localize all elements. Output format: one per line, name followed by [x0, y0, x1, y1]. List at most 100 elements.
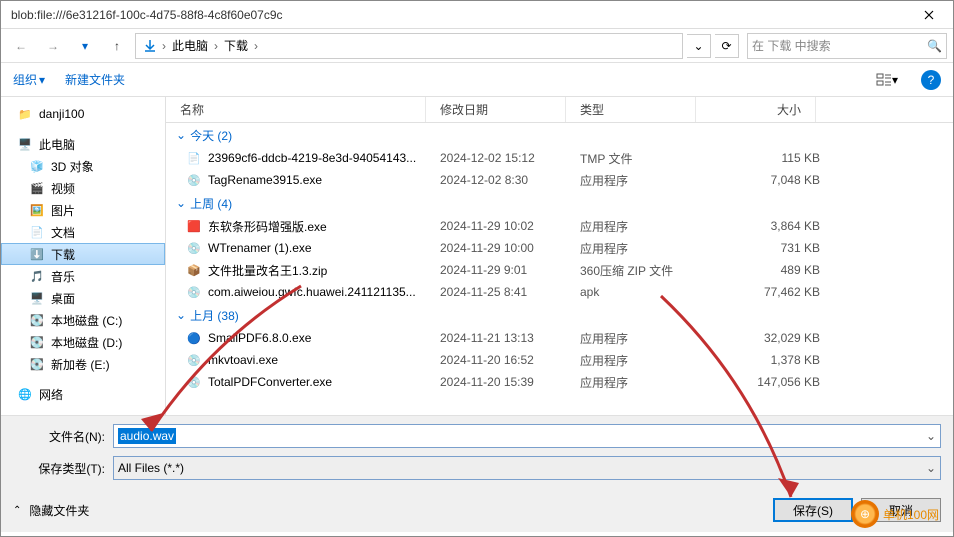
group-header[interactable]: ⌄上周 (4) — [166, 191, 953, 215]
close-button[interactable] — [909, 3, 949, 27]
file-date: 2024-11-21 13:13 — [440, 331, 580, 345]
file-name: TagRename3915.exe — [208, 173, 440, 187]
file-list: ⌄今天 (2)📄23969cf6-ddcb-4219-8e3d-94054143… — [166, 123, 953, 415]
col-name[interactable]: 名称 — [166, 97, 426, 122]
file-type: 应用程序 — [580, 172, 710, 189]
window-title: blob:file:///6e31216f-100c-4d75-88f8-4c8… — [11, 8, 909, 22]
file-type: 360压缩 ZIP 文件 — [580, 262, 710, 279]
file-size: 115 KB — [710, 151, 820, 165]
chevron-down-icon[interactable]: ⌄ — [926, 429, 936, 443]
file-date: 2024-11-20 15:39 — [440, 375, 580, 389]
hide-folders-button[interactable]: 隐藏文件夹 — [29, 502, 89, 519]
tree-item-disk-e[interactable]: 💽新加卷 (E:) — [1, 353, 165, 375]
breadcrumb[interactable]: › 此电脑 › 下载 › — [135, 33, 683, 59]
file-date: 2024-11-25 8:41 — [440, 285, 580, 299]
file-size: 489 KB — [710, 263, 820, 277]
new-folder-button[interactable]: 新建文件夹 — [65, 71, 125, 88]
file-icon: 💿 — [186, 284, 202, 300]
breadcrumb-downloads[interactable]: 下载 — [220, 37, 252, 54]
file-row[interactable]: 📦文件批量改名王1.3.zip2024-11-29 9:01360压缩 ZIP … — [166, 259, 953, 281]
path-dropdown[interactable]: ⌄ — [687, 34, 711, 58]
filetype-value: All Files (*.*) — [118, 461, 184, 475]
desktop-icon: 🖥️ — [29, 290, 45, 306]
up-button[interactable]: ↑ — [103, 34, 131, 58]
tree-item-disk-d[interactable]: 💽本地磁盘 (D:) — [1, 331, 165, 353]
view-button[interactable]: ▾ — [873, 68, 901, 92]
folder-icon: 📁 — [17, 106, 33, 122]
file-date: 2024-12-02 8:30 — [440, 173, 580, 187]
refresh-button[interactable]: ⟳ — [715, 34, 739, 58]
file-size: 32,029 KB — [710, 331, 820, 345]
tree-item-pictures[interactable]: 🖼️图片 — [1, 199, 165, 221]
group-header[interactable]: ⌄今天 (2) — [166, 123, 953, 147]
main: 📁danji100 🖥️此电脑 🧊3D 对象 🎬视频 🖼️图片 📄文档 ⬇️下载… — [1, 97, 953, 415]
file-row[interactable]: 💿 TotalPDFConverter.exe2024-11-20 15:39应用… — [166, 371, 953, 393]
chevron-right-icon: › — [252, 39, 260, 53]
column-headers: 名称 修改日期 类型 大小 — [166, 97, 953, 123]
organize-button[interactable]: 组织 ▾ — [13, 71, 45, 88]
actions: ⌃ 隐藏文件夹 保存(S) 取消 — [1, 492, 953, 532]
tree-item-danji[interactable]: 📁danji100 — [1, 103, 165, 125]
file-name: WTrenamer (1).exe — [208, 241, 440, 255]
forward-button[interactable]: → — [39, 34, 67, 58]
file-row[interactable]: 📄23969cf6-ddcb-4219-8e3d-94054143...2024… — [166, 147, 953, 169]
group-header[interactable]: ⌄上月 (38) — [166, 303, 953, 327]
pc-icon: 🖥️ — [17, 136, 33, 152]
back-button[interactable]: ← — [7, 34, 35, 58]
file-row[interactable]: 💿 com.aiweiou.gwfc.huawei.241121135...202… — [166, 281, 953, 303]
file-icon: 🔵 — [186, 330, 202, 346]
tree-item-3d[interactable]: 🧊3D 对象 — [1, 155, 165, 177]
tree-item-music[interactable]: 🎵音乐 — [1, 265, 165, 287]
file-row[interactable]: 💿 TagRename3915.exe2024-12-02 8:30应用程序7,0… — [166, 169, 953, 191]
file-name: 东软条形码增强版.exe — [208, 218, 440, 235]
file-size: 7,048 KB — [710, 173, 820, 187]
file-row[interactable]: 🟥东软条形码增强版.exe2024-11-29 10:02应用程序3,864 K… — [166, 215, 953, 237]
tree-item-desktop[interactable]: 🖥️桌面 — [1, 287, 165, 309]
file-date: 2024-11-29 9:01 — [440, 263, 580, 277]
file-name: TotalPDFConverter.exe — [208, 375, 440, 389]
3d-icon: 🧊 — [29, 158, 45, 174]
file-row[interactable]: 💿mkvtoavi.exe2024-11-20 16:52应用程序1,378 K… — [166, 349, 953, 371]
file-size: 77,462 KB — [710, 285, 820, 299]
file-icon: 🟥 — [186, 218, 202, 234]
tree-item-disk-c[interactable]: 💽本地磁盘 (C:) — [1, 309, 165, 331]
file-date: 2024-11-20 16:52 — [440, 353, 580, 367]
file-type: 应用程序 — [580, 330, 710, 347]
tree-item-downloads[interactable]: ⬇️下载 — [1, 243, 165, 265]
file-size: 731 KB — [710, 241, 820, 255]
recent-button[interactable]: ▾ — [71, 34, 99, 58]
file-icon: 💿 — [186, 172, 202, 188]
col-size[interactable]: 大小 — [696, 97, 816, 122]
file-type: 应用程序 — [580, 374, 710, 391]
file-date: 2024-12-02 15:12 — [440, 151, 580, 165]
save-button[interactable]: 保存(S) — [773, 498, 853, 522]
chevron-right-icon: › — [212, 39, 220, 53]
cancel-button[interactable]: 取消 — [861, 498, 941, 522]
file-row[interactable]: 🔵SmallPDF6.8.0.exe2024-11-21 13:13应用程序32… — [166, 327, 953, 349]
breadcrumb-this-pc[interactable]: 此电脑 — [168, 37, 212, 54]
search-icon: 🔍 — [927, 39, 942, 53]
file-size: 3,864 KB — [710, 219, 820, 233]
filename-input[interactable]: audio.wav ⌄ — [113, 424, 941, 448]
col-type[interactable]: 类型 — [566, 97, 696, 122]
tree-item-this-pc[interactable]: 🖥️此电脑 — [1, 133, 165, 155]
file-name: com.aiweiou.gwfc.huawei.241121135... — [208, 285, 440, 299]
file-row[interactable]: 💿WTrenamer (1).exe2024-11-29 10:00应用程序73… — [166, 237, 953, 259]
chevron-down-icon[interactable]: ⌄ — [926, 461, 936, 475]
chevron-down-icon: ⌄ — [176, 128, 186, 142]
filetype-label: 保存类型(T): — [13, 460, 113, 477]
file-icon: 💿 — [186, 374, 202, 390]
col-date[interactable]: 修改日期 — [426, 97, 566, 122]
file-type: TMP 文件 — [580, 150, 710, 167]
tree-item-network[interactable]: 🌐网络 — [1, 383, 165, 405]
tree-item-documents[interactable]: 📄文档 — [1, 221, 165, 243]
tree-item-video[interactable]: 🎬视频 — [1, 177, 165, 199]
expand-icon[interactable]: ⌃ — [13, 505, 21, 516]
navbar: ← → ▾ ↑ › 此电脑 › 下载 › ⌄ ⟳ 在 下载 中搜索 🔍 — [1, 29, 953, 63]
search-input[interactable]: 在 下载 中搜索 🔍 — [747, 33, 947, 59]
documents-icon: 📄 — [29, 224, 45, 240]
disk-icon: 💽 — [29, 312, 45, 328]
bottom-panel: 文件名(N): audio.wav ⌄ 保存类型(T): All Files (… — [1, 415, 953, 492]
help-button[interactable]: ? — [921, 70, 941, 90]
filetype-select[interactable]: All Files (*.*) ⌄ — [113, 456, 941, 480]
